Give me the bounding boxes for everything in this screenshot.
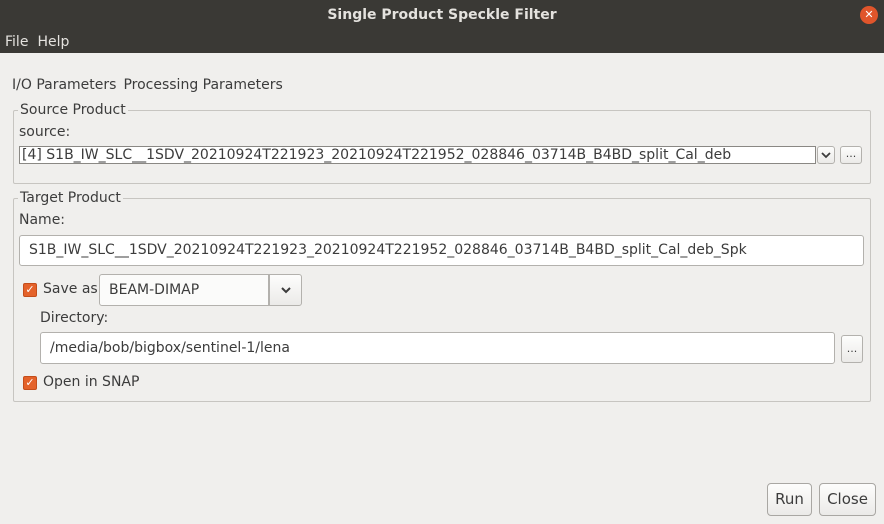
source-select[interactable]: [4] S1B_IW_SLC__1SDV_20210924T221923_202… [19, 146, 816, 164]
source-select-value: [4] S1B_IW_SLC__1SDV_20210924T221923_202… [22, 147, 732, 163]
directory-field[interactable]: /media/bob/bigbox/sentinel-1/lena [40, 332, 835, 364]
name-field[interactable]: S1B_IW_SLC__1SDV_20210924T221923_2021092… [19, 235, 864, 266]
tab-processing-parameters[interactable]: Processing Parameters [123, 77, 282, 93]
format-dropdown-button[interactable] [269, 274, 302, 306]
source-browse-button[interactable]: ... [840, 146, 862, 164]
window-title: Single Product Speckle Filter [327, 7, 557, 23]
tab-io-parameters[interactable]: I/O Parameters [12, 77, 116, 93]
name-label: Name: [19, 212, 66, 228]
name-field-value: S1B_IW_SLC__1SDV_20210924T221923_2021092… [29, 242, 747, 258]
chevron-down-icon [280, 287, 291, 294]
target-product-legend: Target Product [18, 190, 123, 206]
open-in-snap-checkbox[interactable]: ✓ [23, 376, 37, 390]
save-as-checkbox[interactable]: ✓ [23, 283, 37, 297]
directory-field-value: /media/bob/bigbox/sentinel-1/lena [50, 340, 290, 356]
source-dropdown-button[interactable] [817, 146, 835, 164]
menu-help[interactable]: Help [32, 34, 73, 50]
format-select[interactable]: BEAM-DIMAP [99, 274, 269, 306]
source-product-legend: Source Product [18, 102, 128, 118]
chevron-down-icon [821, 152, 831, 159]
menu-bar: File Help [0, 30, 884, 53]
tab-bar: I/O Parameters Processing Parameters [12, 77, 283, 93]
format-select-value: BEAM-DIMAP [109, 282, 200, 298]
close-button[interactable]: Close [819, 483, 876, 516]
run-button[interactable]: Run [767, 483, 812, 516]
source-label: source: [19, 124, 71, 140]
open-in-snap-label: Open in SNAP [43, 374, 140, 390]
window-titlebar: Single Product Speckle Filter ✕ [0, 0, 884, 30]
window-close-icon[interactable]: ✕ [860, 6, 878, 24]
menu-file[interactable]: File [0, 34, 32, 50]
directory-browse-button[interactable]: ... [841, 335, 863, 363]
directory-label: Directory: [40, 310, 109, 326]
save-as-label: Save as: [43, 281, 103, 297]
